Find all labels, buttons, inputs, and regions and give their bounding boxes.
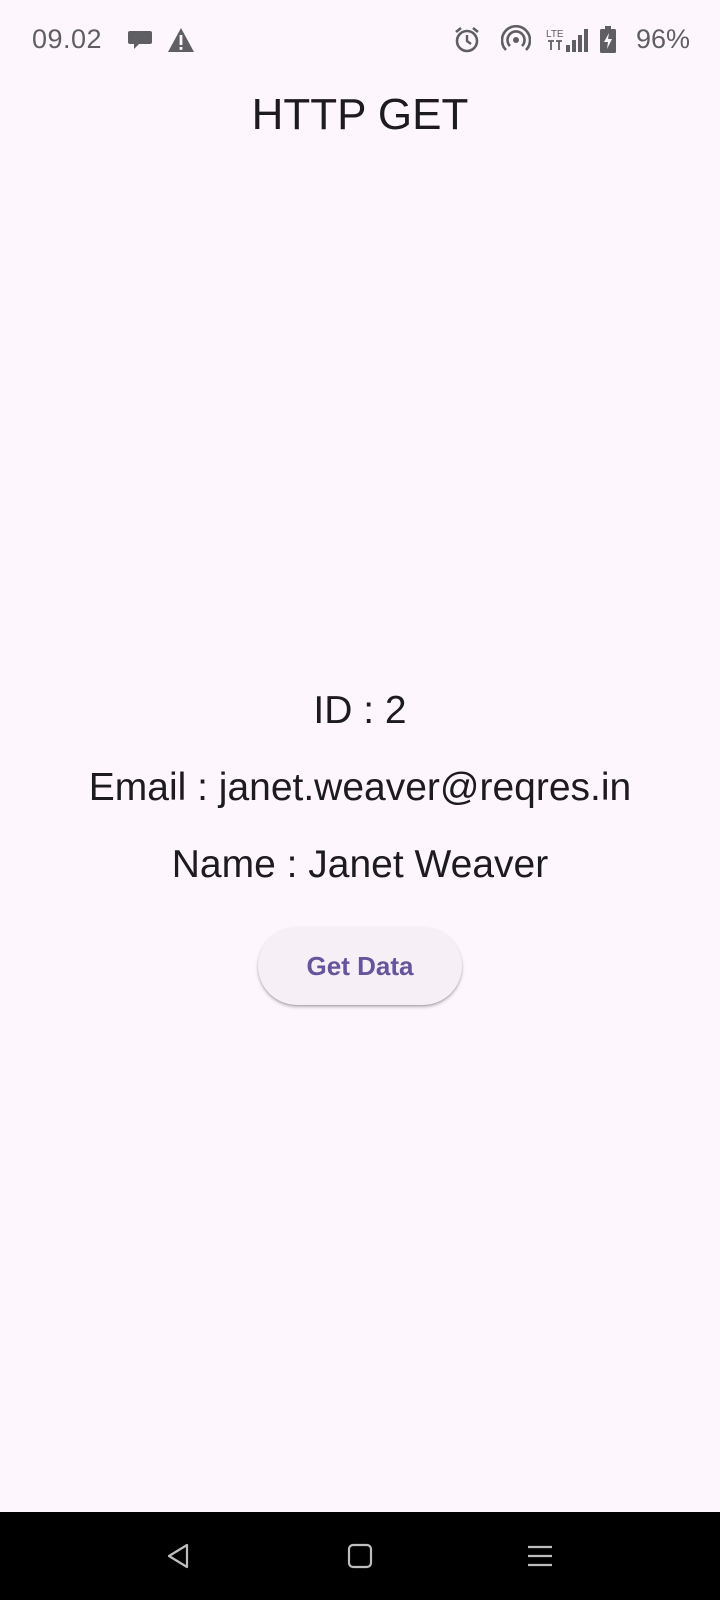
warning-icon — [166, 24, 196, 56]
back-icon[interactable] — [154, 1532, 202, 1580]
chat-bubble-icon — [126, 24, 154, 56]
user-email-text: Email : janet.weaver@reqres.in — [88, 766, 632, 809]
user-id-text: ID : 2 — [313, 689, 407, 732]
get-data-button[interactable]: Get Data — [258, 927, 462, 1005]
lte-signal-icon: LTE — [546, 24, 590, 56]
page-title: HTTP GET — [251, 90, 469, 139]
battery-percent: 96% — [636, 24, 691, 54]
user-info: ID : 2 Email : janet.weaver@reqres.in Na… — [0, 672, 720, 903]
home-icon[interactable] — [336, 1532, 384, 1580]
user-name-text: Name : Janet Weaver — [171, 843, 549, 886]
alarm-icon — [452, 24, 482, 56]
battery-charging-icon — [598, 24, 618, 56]
status-bar: 09.02 LTE 96% — [0, 0, 720, 80]
status-time: 09.02 — [32, 24, 103, 54]
navigation-bar — [0, 1512, 720, 1600]
hotspot-icon — [500, 24, 532, 56]
svg-text:LTE: LTE — [546, 29, 564, 40]
recents-icon[interactable] — [516, 1532, 564, 1580]
